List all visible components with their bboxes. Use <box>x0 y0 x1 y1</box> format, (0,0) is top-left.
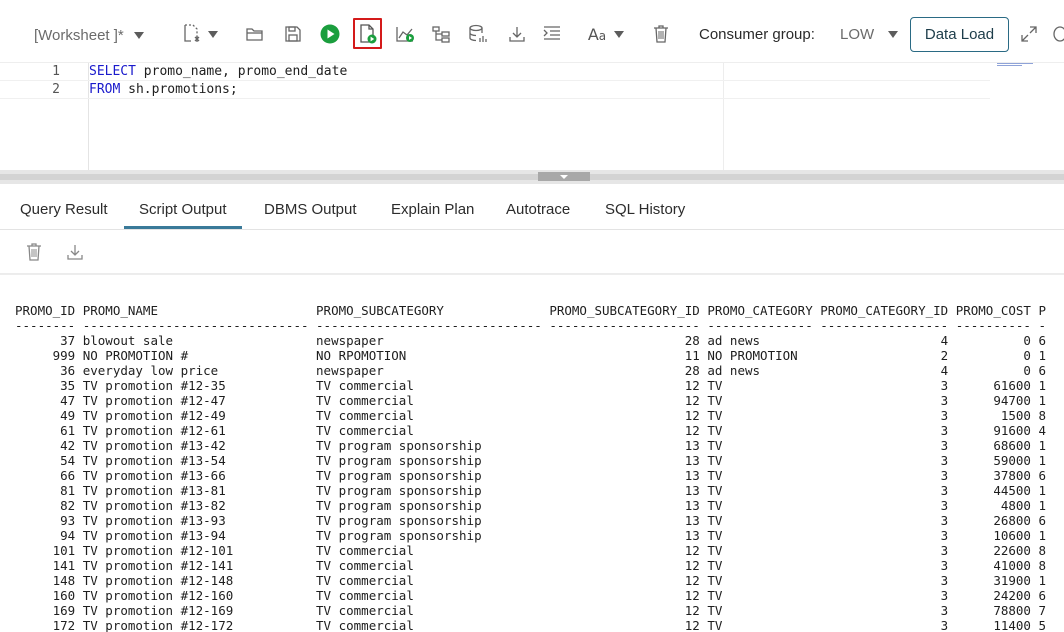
tab-query-result[interactable]: Query Result <box>20 186 108 229</box>
output-toolbar <box>0 230 1064 274</box>
output-row: 49 TV promotion #12-49 TV commercial 12 … <box>15 408 1047 423</box>
sql-keyword: SELECT <box>89 64 136 79</box>
chevron-down-icon <box>614 30 625 38</box>
trash-icon <box>654 25 668 43</box>
sql-text: promo_name, promo_end_date <box>135 64 348 79</box>
output-separator-row: -------- ------------------------------ … <box>15 318 1047 333</box>
output-header-row: PROMO_ID PROMO_NAME PROMO_SUBCATEGORY PR… <box>15 303 1047 318</box>
output-tabs: Query Result Script Output DBMS Output E… <box>0 186 1064 230</box>
more-icon <box>1053 26 1064 42</box>
tab-sql-history[interactable]: SQL History <box>605 186 685 229</box>
output-row: 141 TV promotion #12-141 TV commercial 1… <box>15 558 1047 573</box>
output-row: 36 everyday low price newspaper 28 ad ne… <box>15 363 1047 378</box>
sql-keyword: FROM <box>89 82 121 97</box>
more-icon-button[interactable] <box>1052 20 1064 48</box>
output-row: 101 TV promotion #12-101 TV commercial 1… <box>15 543 1047 558</box>
expand-button[interactable] <box>1018 20 1040 48</box>
editor-line[interactable]: 1 SELECT promo_name, promo_end_date <box>0 63 990 81</box>
save-icon <box>285 26 301 42</box>
explain-plan-button[interactable] <box>394 20 418 48</box>
code-text: SELECT promo_name, promo_end_date <box>89 63 347 81</box>
run-statement-icon <box>320 24 340 44</box>
consumer-group-label: Consumer group: <box>699 26 815 43</box>
trash-icon <box>27 243 41 261</box>
output-row: 66 TV promotion #13-66 TV program sponso… <box>15 468 1047 483</box>
run-statement-button[interactable] <box>318 20 342 48</box>
worksheet-selector[interactable]: [Worksheet ]* <box>34 25 154 45</box>
worksheet-toolbar: [Worksheet ]* Aa Consumer group: LOW Dat… <box>0 0 1064 62</box>
output-row: 999 NO PROMOTION # NO RPOMOTION 11 NO PR… <box>15 348 1047 363</box>
script-output-panel[interactable]: PROMO_ID PROMO_NAME PROMO_SUBCATEGORY PR… <box>0 274 1064 632</box>
splitter-handle[interactable] <box>538 172 590 181</box>
download-icon <box>509 27 525 42</box>
format-icon <box>543 26 560 40</box>
editor-line[interactable]: 2 FROM sh.promotions; <box>0 81 990 99</box>
chevron-down-icon <box>133 31 144 39</box>
autotrace-icon <box>432 26 450 43</box>
database-button[interactable] <box>466 20 490 48</box>
output-row: 82 TV promotion #13-82 TV program sponso… <box>15 498 1047 513</box>
output-row: 61 TV promotion #12-61 TV commercial 12 … <box>15 423 1047 438</box>
download-button[interactable] <box>506 20 528 48</box>
autotrace-button[interactable] <box>430 20 452 48</box>
chevron-down-icon <box>208 30 218 38</box>
run-script-button[interactable] <box>353 18 382 49</box>
database-icon <box>469 24 487 42</box>
collapse-icon <box>560 174 568 179</box>
tab-dbms-output[interactable]: DBMS Output <box>264 186 357 229</box>
download-icon <box>67 245 83 260</box>
expand-icon <box>1021 26 1037 42</box>
tab-script-output[interactable]: Script Output <box>124 186 242 229</box>
tab-explain-plan[interactable]: Explain Plan <box>391 186 474 229</box>
output-row: 148 TV promotion #12-148 TV commercial 1… <box>15 573 1047 588</box>
clear-button[interactable] <box>650 20 672 48</box>
download-output-button[interactable] <box>63 240 87 264</box>
output-row: 94 TV promotion #13-94 TV program sponso… <box>15 528 1047 543</box>
output-row: 81 TV promotion #13-81 TV program sponso… <box>15 483 1047 498</box>
sql-text: sh.promotions; <box>120 82 238 97</box>
output-row: 172 TV promotion #12-172 TV commercial 1… <box>15 618 1047 632</box>
explain-plan-icon <box>396 27 414 42</box>
open-icon <box>246 28 263 41</box>
line-number: 2 <box>52 82 60 97</box>
save-button[interactable] <box>282 20 304 48</box>
worksheet-name: [Worksheet ]* <box>34 26 124 44</box>
line-number: 1 <box>52 64 60 79</box>
format-button[interactable] <box>541 20 563 48</box>
script-output-text: PROMO_ID PROMO_NAME PROMO_SUBCATEGORY PR… <box>15 303 1046 632</box>
editor-minimap[interactable] <box>997 63 1033 67</box>
output-row: 54 TV promotion #13-54 TV program sponso… <box>15 453 1047 468</box>
output-row: 35 TV promotion #12-35 TV commercial 12 … <box>15 378 1047 393</box>
output-row: 37 blowout sale newspaper 28 ad news 4 0… <box>15 333 1047 348</box>
pane-splitter[interactable] <box>0 170 1064 184</box>
run-script-icon <box>359 23 376 43</box>
chevron-down-icon <box>888 31 899 38</box>
output-row: 169 TV promotion #12-169 TV commercial 1… <box>15 603 1047 618</box>
open-button[interactable] <box>244 20 266 48</box>
data-load-button[interactable]: Data Load <box>910 17 1009 52</box>
new-worksheet-button[interactable] <box>178 20 222 48</box>
clear-output-button[interactable] <box>22 240 46 264</box>
new-worksheet-icon <box>184 24 200 42</box>
consumer-group-select[interactable]: LOW <box>840 26 899 43</box>
output-row: 47 TV promotion #12-47 TV commercial 12 … <box>15 393 1047 408</box>
splitter-bar <box>0 174 1064 180</box>
output-row: 42 TV promotion #13-42 TV program sponso… <box>15 438 1047 453</box>
output-row: 93 TV promotion #13-93 TV program sponso… <box>15 513 1047 528</box>
text-case-button[interactable]: Aa <box>584 20 628 48</box>
output-row: 160 TV promotion #12-160 TV commercial 1… <box>15 588 1047 603</box>
tab-autotrace[interactable]: Autotrace <box>506 186 570 229</box>
code-text: FROM sh.promotions; <box>89 81 238 99</box>
consumer-group-value: LOW <box>840 26 875 43</box>
text-case-icon: Aa <box>587 24 607 44</box>
sql-editor[interactable]: 1 SELECT promo_name, promo_end_date 2 FR… <box>0 62 1064 171</box>
